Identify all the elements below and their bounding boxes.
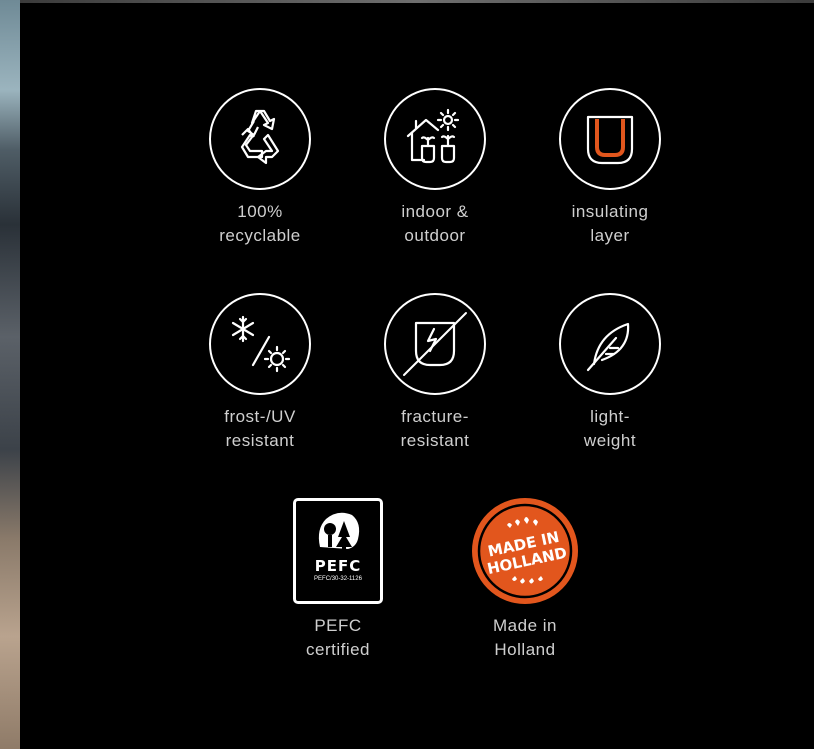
feature-label-line2: recyclable: [219, 226, 301, 245]
feature-label-line1: light-: [590, 407, 630, 426]
certification-label-line2: Holland: [494, 640, 556, 659]
feature-light-weight: light-weight: [535, 293, 685, 453]
pefc-logo: PEFC PEFC/30-32-1126: [293, 498, 383, 604]
feature-label-line2: weight: [583, 431, 637, 450]
feature-label-line2: layer: [590, 226, 630, 245]
made-in-holland-seal: MADE IN HOLLAND: [472, 498, 578, 604]
certification-label-line2: certified: [305, 640, 371, 659]
feature-label-line1: frost-/UV: [224, 407, 296, 426]
feature-label-line2: resistant: [400, 431, 470, 450]
feature-label-line2: outdoor: [404, 226, 466, 245]
certification-pefc: PEFC PEFC/30-32-1126 PEFC certified: [263, 498, 413, 662]
feature-insulating-layer: insulating layer: [535, 88, 685, 248]
certification-label-line1: Made in: [493, 616, 557, 635]
pefc-badge-code: PEFC/30-32-1126: [314, 576, 362, 582]
feature-indoor-outdoor: indoor & outdoor: [360, 88, 510, 248]
fracture-resistant-icon: [384, 293, 486, 395]
frost-uv-icon: [209, 293, 311, 395]
certification-made-in-holland: MADE IN HOLLAND Made in Holland: [450, 498, 600, 662]
feature-recyclable: 100% recyclable: [185, 88, 335, 248]
certification-label-line1: PEFC: [314, 616, 362, 635]
recycle-icon: [209, 88, 311, 190]
insulating-layer-icon: [559, 88, 661, 190]
pefc-badge-text: PEFC: [314, 557, 362, 575]
feature-fracture-resistant: fracture-resistant: [360, 293, 510, 453]
feature-frost-uv: frost-/UV resistant: [185, 293, 335, 453]
feature-label-line1: insulating: [571, 202, 649, 221]
indoor-outdoor-icon: [384, 88, 486, 190]
feature-label-line2: resistant: [225, 431, 295, 450]
background-photo-strip: [0, 0, 20, 749]
feature-label-line1: fracture-: [401, 407, 469, 426]
feature-label-line1: 100%: [237, 202, 283, 221]
feather-icon: [559, 293, 661, 395]
feature-label-line1: indoor &: [401, 202, 469, 221]
